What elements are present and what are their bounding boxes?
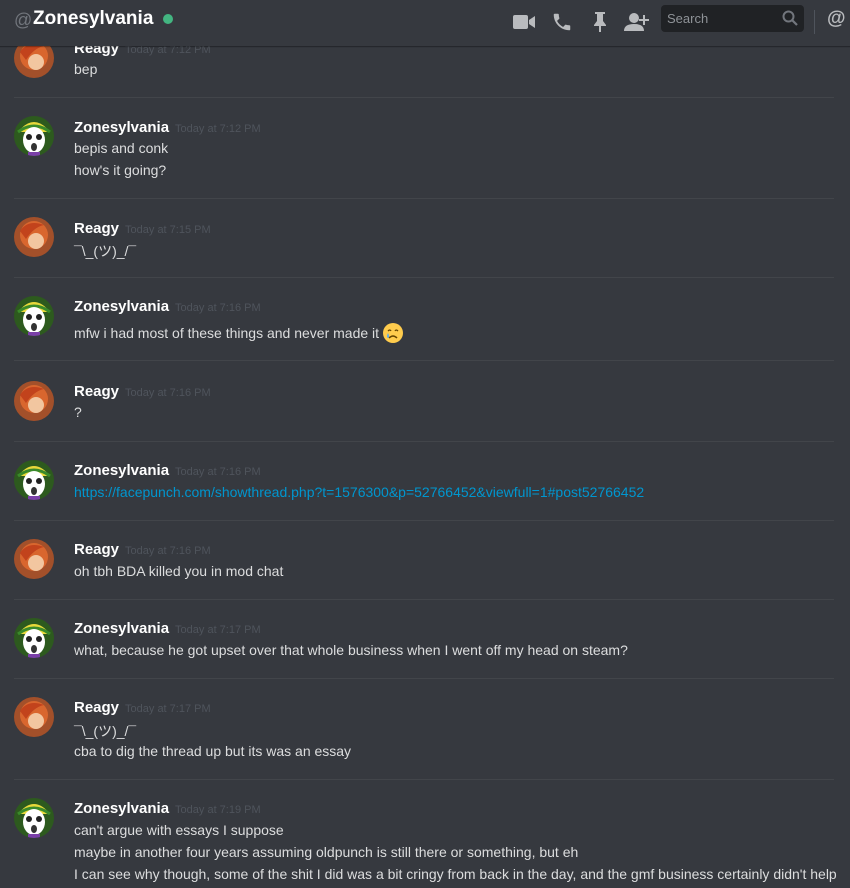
message-divider xyxy=(14,97,834,98)
header-divider xyxy=(814,10,815,34)
message-timestamp: Today at 7:19 PM xyxy=(175,804,261,816)
message-timestamp: Today at 7:12 PM xyxy=(175,123,261,135)
pin-icon[interactable] xyxy=(587,9,613,35)
message-text: bep xyxy=(74,61,98,77)
message-divider xyxy=(14,277,834,278)
message-divider xyxy=(14,198,834,199)
message-divider xyxy=(14,779,834,780)
message-timestamp: Today at 7:16 PM xyxy=(175,302,261,314)
video-call-icon[interactable] xyxy=(511,9,537,35)
message-text: ? xyxy=(74,404,82,420)
message-author[interactable]: Reagy Today at 7:17 PM xyxy=(74,699,211,716)
message-text: ¯\_(ツ)_/¯ xyxy=(74,243,137,259)
message-divider xyxy=(14,678,834,679)
message-author[interactable]: Zonesylvania Today at 7:16 PM xyxy=(74,462,261,479)
message-author[interactable]: Reagy Today at 7:15 PM xyxy=(74,220,211,237)
search-icon xyxy=(782,10,798,31)
online-status-indicator xyxy=(163,14,173,24)
message-list[interactable]: Reagy Today at 7:12 PM bep Zonesylvania To… xyxy=(0,0,850,888)
message-divider xyxy=(14,520,834,521)
channel-header: @ Zonesylvania @ xyxy=(0,0,850,46)
message-link[interactable]: https://facepunch.com/showthread.php?t=1… xyxy=(74,484,644,500)
avatar-reagy[interactable] xyxy=(14,217,54,257)
channel-title[interactable]: Zonesylvania xyxy=(33,8,153,30)
message-timestamp: Today at 7:17 PM xyxy=(125,703,211,715)
avatar-zonesylvania[interactable] xyxy=(14,460,54,500)
voice-call-icon[interactable] xyxy=(549,9,575,35)
avatar-zonesylvania[interactable] xyxy=(14,116,54,156)
dm-at-icon: @ xyxy=(14,10,33,30)
add-friend-icon[interactable] xyxy=(624,9,650,35)
avatar-reagy[interactable] xyxy=(14,381,54,421)
message-text: oh tbh BDA killed you in mod chat xyxy=(74,563,284,579)
search-box[interactable] xyxy=(661,5,804,32)
message-author[interactable]: Reagy Today at 7:16 PM xyxy=(74,383,211,400)
message-timestamp: Today at 7:17 PM xyxy=(175,624,261,636)
message-timestamp: Today at 7:15 PM xyxy=(125,224,211,236)
message-author[interactable]: Zonesylvania Today at 7:17 PM xyxy=(74,620,261,637)
message-text: how's it going? xyxy=(74,162,167,178)
message-text: what, because he got upset over that who… xyxy=(74,642,628,658)
search-input[interactable] xyxy=(661,5,782,32)
message-timestamp: Today at 7:16 PM xyxy=(125,545,211,557)
avatar-reagy[interactable] xyxy=(14,697,54,737)
message-text: bepis and conk xyxy=(74,140,169,156)
crying-face-icon xyxy=(382,322,404,347)
message-author[interactable]: Reagy Today at 7:16 PM xyxy=(74,541,211,558)
message-text: maybe in another four years assuming old… xyxy=(74,844,579,860)
avatar-zonesylvania[interactable] xyxy=(14,798,54,838)
message-text: can't argue with essays I suppose xyxy=(74,822,284,838)
mentions-icon[interactable]: @ xyxy=(827,8,846,30)
message-text: mfw i had most of these things and never… xyxy=(74,322,404,347)
message-text: I can see why though, some of the shit I… xyxy=(74,866,837,882)
message-divider xyxy=(14,360,834,361)
message-text: ¯\_(ツ)_/¯ xyxy=(74,723,137,739)
message-text: cba to dig the thread up but its was an … xyxy=(74,743,352,759)
message-author[interactable]: Zonesylvania Today at 7:16 PM xyxy=(74,298,261,315)
message-timestamp: Today at 7:16 PM xyxy=(125,387,211,399)
message-author[interactable]: Zonesylvania Today at 7:19 PM xyxy=(74,800,261,817)
avatar-reagy[interactable] xyxy=(14,539,54,579)
message-timestamp: Today at 7:16 PM xyxy=(175,466,261,478)
avatar-zonesylvania[interactable] xyxy=(14,618,54,658)
message-author[interactable]: Zonesylvania Today at 7:12 PM xyxy=(74,119,261,136)
message-divider xyxy=(14,441,834,442)
message-divider xyxy=(14,599,834,600)
avatar-zonesylvania[interactable] xyxy=(14,296,54,336)
